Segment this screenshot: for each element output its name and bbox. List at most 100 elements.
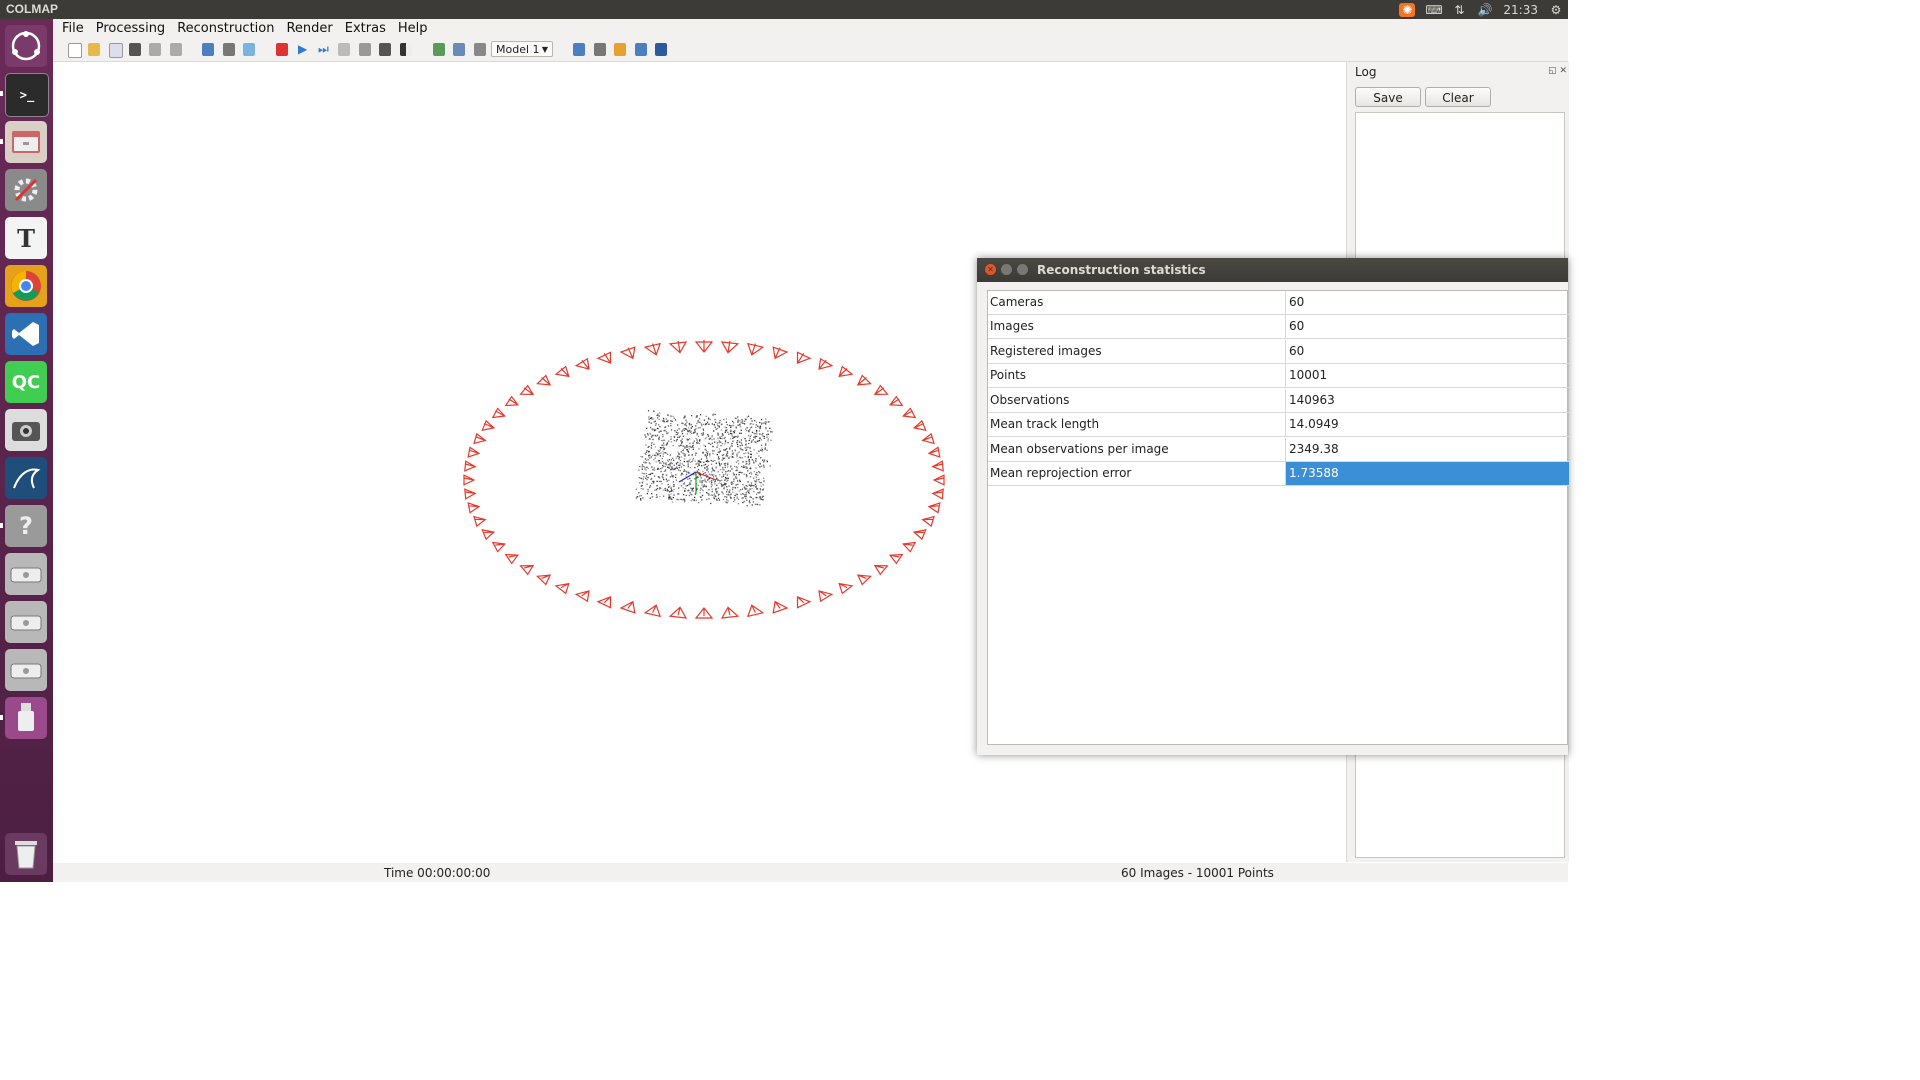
camera-frustum	[796, 596, 812, 609]
close-icon[interactable]: ✕	[985, 264, 996, 275]
reset-icon[interactable]	[359, 43, 371, 56]
stat-value[interactable]: 2349.38	[1286, 438, 1569, 461]
drive-icon[interactable]	[5, 601, 47, 643]
stat-label[interactable]: Observations	[988, 389, 1286, 412]
stat-label[interactable]: Mean reprojection error	[988, 462, 1286, 485]
menu-render[interactable]: Render	[280, 19, 338, 39]
ubuntu-dash-icon[interactable]	[5, 25, 47, 67]
model-select[interactable]: Model 1 ▼	[491, 41, 553, 57]
render-options-icon[interactable]	[400, 43, 412, 56]
stat-label[interactable]: Mean track length	[988, 413, 1286, 436]
stat-label[interactable]: Cameras	[988, 291, 1286, 314]
edit-project-icon[interactable]	[109, 43, 123, 58]
status-counts: 60 Images - 10001 Points	[1121, 866, 1274, 880]
terminal-icon[interactable]: >_	[5, 73, 49, 117]
camera-frustum	[536, 374, 552, 386]
volume-icon[interactable]: 🔊	[1477, 3, 1493, 17]
camera-frustum	[694, 340, 714, 353]
camera-frustum	[554, 582, 570, 595]
minimize-icon[interactable]	[1001, 264, 1012, 275]
bundle-adjustment-icon[interactable]	[379, 43, 391, 56]
menu-help[interactable]: Help	[392, 19, 434, 39]
table-row: Mean track length 14.0949	[988, 413, 1569, 437]
save-project-icon[interactable]	[129, 43, 141, 56]
model-select-value: Model 1	[496, 43, 540, 56]
status-bar: Time 00:00:00:00 60 Images - 10001 Point…	[53, 863, 1568, 882]
system-settings-icon[interactable]	[5, 169, 47, 211]
menu-reconstruction[interactable]: Reconstruction	[171, 19, 280, 39]
dock-buttons[interactable]: ◱ ✕	[1548, 66, 1567, 76]
stat-value[interactable]: 60	[1286, 340, 1569, 363]
stat-label[interactable]: Images	[988, 315, 1286, 338]
chrome-icon[interactable]	[5, 265, 47, 307]
camera-frustum	[668, 340, 688, 354]
drive-icon[interactable]	[5, 649, 47, 691]
grab-image-icon[interactable]	[635, 43, 647, 56]
camera-frustum	[931, 488, 944, 500]
feature-extraction-icon[interactable]	[202, 43, 214, 56]
auto-reconstruction-icon[interactable]	[276, 43, 288, 56]
stat-label[interactable]: Registered images	[988, 340, 1286, 363]
import-model-icon[interactable]	[149, 43, 161, 56]
app-title: COLMAP	[6, 2, 58, 16]
new-project-icon[interactable]	[68, 43, 82, 58]
table-row: Mean observations per image 2349.38	[988, 438, 1569, 462]
play-icon[interactable]: ▶	[298, 43, 310, 56]
reconstruction-statistics-window: ✕ Reconstruction statistics Cameras 60 Im…	[977, 258, 1569, 755]
camera-frustum	[574, 357, 590, 370]
trash-icon[interactable]	[5, 833, 47, 875]
menu-processing[interactable]: Processing	[90, 19, 171, 39]
menu-bar: File Processing Reconstruction Render Extras…	[53, 19, 1568, 39]
window-titlebar[interactable]: ✕ Reconstruction statistics	[977, 258, 1568, 282]
statistics-icon[interactable]	[614, 43, 626, 56]
undistort-icon[interactable]	[433, 43, 445, 56]
qtcreator-icon[interactable]: QC	[5, 361, 47, 403]
export-ply-icon[interactable]	[474, 43, 486, 56]
menu-file[interactable]: File	[56, 19, 90, 39]
open-project-icon[interactable]	[88, 43, 100, 56]
save-button[interactable]: Save	[1355, 87, 1421, 107]
database-management-icon[interactable]	[243, 43, 255, 56]
pause-icon[interactable]	[338, 43, 350, 56]
step-icon[interactable]: ⏭	[318, 43, 330, 56]
camera-frustum	[694, 607, 714, 619]
camera-frustum	[467, 446, 481, 458]
gear-icon[interactable]: ⚙	[1548, 3, 1564, 17]
feature-matching-icon[interactable]	[223, 43, 235, 56]
usb-icon[interactable]	[5, 697, 47, 739]
show-log-icon[interactable]	[573, 43, 585, 56]
stat-value[interactable]: 60	[1286, 315, 1569, 338]
dense-reconstruction-icon[interactable]	[453, 43, 465, 56]
update-indicator-icon[interactable]: ✺	[1399, 2, 1416, 17]
maximize-icon[interactable]	[1017, 264, 1028, 275]
camera-frustum	[888, 395, 904, 407]
network-icon[interactable]: ⇅	[1451, 3, 1467, 17]
clock[interactable]: 21:33	[1503, 3, 1538, 17]
camera-frustum	[464, 460, 477, 472]
stat-value[interactable]: 10001	[1286, 364, 1569, 387]
stat-label[interactable]: Points	[988, 364, 1286, 387]
keyboard-icon[interactable]: ⌨	[1425, 3, 1442, 17]
drive-icon[interactable]	[5, 553, 47, 595]
chevron-down-icon: ▼	[541, 45, 548, 54]
stat-value[interactable]: 14.0949	[1286, 413, 1569, 436]
mysql-workbench-icon[interactable]	[5, 457, 47, 499]
file-manager-icon[interactable]	[5, 121, 47, 163]
stat-label[interactable]: Mean observations per image	[988, 438, 1286, 461]
menu-extras[interactable]: Extras	[339, 19, 392, 39]
screenshot-icon[interactable]	[5, 409, 47, 451]
clear-button[interactable]: Clear	[1425, 87, 1491, 107]
camera-frustum	[596, 596, 612, 609]
table-row: Images 60	[988, 315, 1569, 339]
export-model-icon[interactable]	[170, 43, 182, 56]
stat-value[interactable]: 140963	[1286, 389, 1569, 412]
text-editor-icon[interactable]: T	[5, 217, 47, 259]
match-matrix-icon[interactable]	[594, 43, 606, 56]
camera-frustum	[927, 446, 941, 458]
vscode-icon[interactable]	[5, 313, 47, 355]
window-title: Reconstruction statistics	[1037, 263, 1206, 277]
stat-value-selected[interactable]: 1.73588	[1286, 462, 1569, 485]
help-icon[interactable]: ?	[5, 505, 47, 547]
grab-movie-icon[interactable]	[655, 43, 667, 56]
stat-value[interactable]: 60	[1286, 291, 1569, 314]
